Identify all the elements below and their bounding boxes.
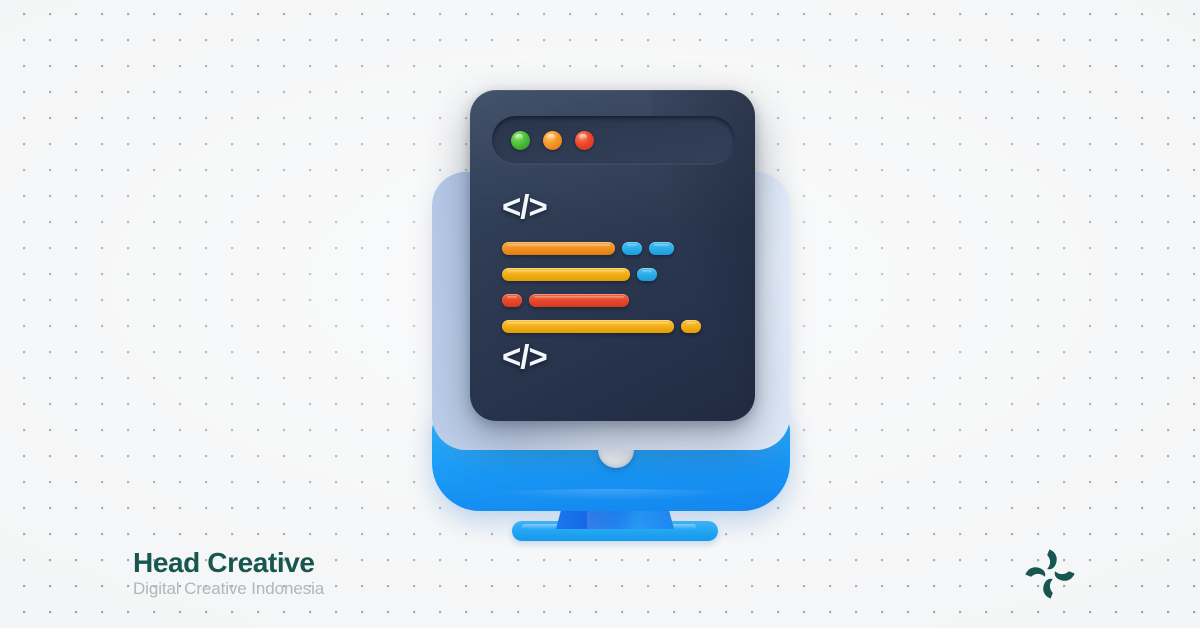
code-line-group	[502, 242, 722, 346]
3d-code-monitor-illustration: </> </>	[410, 70, 810, 560]
code-bar-3-2	[529, 294, 629, 307]
code-bar-2-1	[502, 268, 630, 281]
poster-canvas: </> </> Head Creative Digital Creative I…	[0, 0, 1200, 628]
code-bar-4-2	[681, 320, 701, 333]
code-tag-bottom-icon: </>	[502, 338, 548, 375]
code-line-4	[502, 320, 722, 333]
traffic-light-orange-icon	[543, 130, 562, 150]
window-title-bar	[492, 116, 735, 164]
code-bar-3-1	[502, 294, 522, 307]
code-bar-1-3	[649, 242, 674, 255]
code-line-3	[502, 294, 722, 307]
code-bar-4-1	[502, 320, 674, 333]
traffic-light-green-icon	[511, 130, 530, 150]
code-bar-1-2	[622, 242, 642, 255]
pinwheel-logo-icon	[1022, 546, 1078, 602]
code-line-2	[502, 268, 722, 281]
brand-tagline: Digital Creative Indonesia	[133, 579, 325, 599]
brand-lockup: Head Creative Digital Creative Indonesia	[133, 547, 325, 599]
code-editor-window: </> </>	[470, 90, 755, 421]
code-line-1	[502, 242, 722, 255]
code-tag-top-icon: </>	[502, 188, 548, 225]
traffic-light-red-icon	[575, 130, 594, 150]
code-bar-2-2	[637, 268, 657, 281]
code-bar-1-1	[502, 242, 615, 255]
brand-name: Head Creative	[133, 547, 315, 578]
